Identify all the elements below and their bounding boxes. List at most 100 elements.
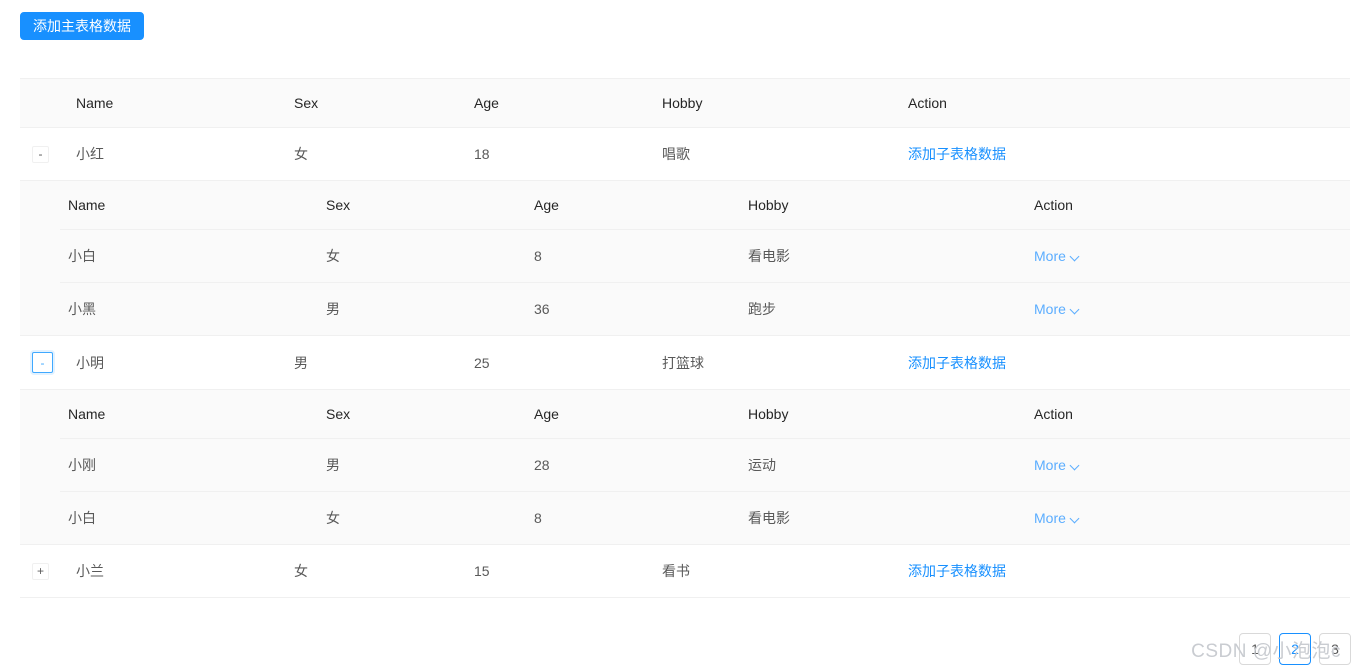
cell-sex: 女: [286, 128, 466, 181]
cell-hobby: 运动: [740, 439, 1026, 492]
expand-toggle-icon[interactable]: +: [32, 563, 49, 580]
cell-sex: 男: [318, 283, 526, 336]
sub-header-age: Age: [526, 390, 740, 439]
sub-table-head: Name Sex Age Hobby Action: [60, 181, 1350, 230]
sub-header-name: Name: [60, 181, 318, 230]
sub-table-header-row: Name Sex Age Hobby Action: [60, 390, 1350, 439]
chevron-down-icon: [1071, 305, 1080, 314]
main-header-expand-spacer: [20, 79, 68, 128]
sub-header-age: Age: [526, 181, 740, 230]
row-expand-cell: -: [20, 336, 68, 390]
cell-age: 8: [526, 230, 740, 283]
cell-action: 添加子表格数据: [900, 336, 1350, 390]
more-label: More: [1034, 457, 1066, 473]
main-table-header-row: Name Sex Age Hobby Action: [20, 79, 1350, 128]
chevron-down-icon: [1071, 514, 1080, 523]
table-row: 小黑 男 36 跑步 More: [60, 283, 1350, 336]
cell-action: More: [1026, 283, 1350, 336]
table-row: - 小明 男 25 打篮球 添加子表格数据: [20, 336, 1350, 390]
table-row: 小白 女 8 看电影 More: [60, 230, 1350, 283]
row-expand-cell: +: [20, 545, 68, 598]
cell-name: 小白: [60, 230, 318, 283]
main-header-name: Name: [68, 79, 286, 128]
table-row: 小刚 男 28 运动 More: [60, 439, 1350, 492]
add-main-table-data-button[interactable]: 添加主表格数据: [20, 12, 144, 40]
expanded-detail-row: Name Sex Age Hobby Action 小刚: [20, 390, 1350, 545]
pagination-page-3[interactable]: 3: [1319, 633, 1351, 665]
add-sub-table-data-link[interactable]: 添加子表格数据: [908, 563, 1006, 579]
sub-header-action: Action: [1026, 390, 1350, 439]
pagination-page-1[interactable]: 1: [1239, 633, 1271, 665]
main-table: Name Sex Age Hobby Action - 小红 女 18 唱歌: [20, 79, 1350, 598]
add-sub-table-data-link[interactable]: 添加子表格数据: [908, 355, 1006, 371]
cell-name: 小明: [68, 336, 286, 390]
chevron-down-icon: [1071, 461, 1080, 470]
sub-header-sex: Sex: [318, 181, 526, 230]
nested-table-container: Name Sex Age Hobby Action 小刚: [20, 390, 1350, 544]
sub-header-name: Name: [60, 390, 318, 439]
cell-action: 添加子表格数据: [900, 128, 1350, 181]
cell-age: 15: [466, 545, 654, 598]
table-row: + 小兰 女 15 看书 添加子表格数据: [20, 545, 1350, 598]
more-label: More: [1034, 301, 1066, 317]
expanded-detail-row: Name Sex Age Hobby Action 小白: [20, 181, 1350, 336]
main-table-container: Name Sex Age Hobby Action - 小红 女 18 唱歌: [20, 78, 1350, 598]
main-header-hobby: Hobby: [654, 79, 900, 128]
cell-name: 小黑: [60, 283, 318, 336]
cell-action: More: [1026, 439, 1350, 492]
table-row: - 小红 女 18 唱歌 添加子表格数据: [20, 128, 1350, 181]
cell-hobby: 看电影: [740, 230, 1026, 283]
more-label: More: [1034, 248, 1066, 264]
cell-age: 28: [526, 439, 740, 492]
row-expand-cell: -: [20, 128, 68, 181]
cell-sex: 男: [286, 336, 466, 390]
main-header-sex: Sex: [286, 79, 466, 128]
expand-toggle-icon[interactable]: -: [32, 146, 49, 163]
sub-header-hobby: Hobby: [740, 181, 1026, 230]
cell-name: 小白: [60, 492, 318, 545]
cell-hobby: 打篮球: [654, 336, 900, 390]
chevron-down-icon: [1071, 252, 1080, 261]
cell-sex: 女: [318, 230, 526, 283]
cell-age: 25: [466, 336, 654, 390]
pagination: 1 2 3: [1239, 633, 1351, 665]
cell-sex: 女: [286, 545, 466, 598]
more-dropdown-link[interactable]: More: [1034, 301, 1080, 317]
cell-name: 小兰: [68, 545, 286, 598]
sub-header-sex: Sex: [318, 390, 526, 439]
main-table-head: Name Sex Age Hobby Action: [20, 79, 1350, 128]
sub-header-hobby: Hobby: [740, 390, 1026, 439]
main-header-action: Action: [900, 79, 1350, 128]
sub-header-action: Action: [1026, 181, 1350, 230]
cell-hobby: 唱歌: [654, 128, 900, 181]
more-dropdown-link[interactable]: More: [1034, 457, 1080, 473]
more-dropdown-link[interactable]: More: [1034, 510, 1080, 526]
cell-age: 36: [526, 283, 740, 336]
pagination-page-2[interactable]: 2: [1279, 633, 1311, 665]
main-table-body: - 小红 女 18 唱歌 添加子表格数据: [20, 128, 1350, 598]
expand-toggle-icon[interactable]: -: [32, 352, 53, 373]
sub-table: Name Sex Age Hobby Action 小白: [60, 181, 1350, 335]
sub-table-body: 小白 女 8 看电影 More: [60, 230, 1350, 336]
cell-hobby: 看电影: [740, 492, 1026, 545]
sub-table: Name Sex Age Hobby Action 小刚: [60, 390, 1350, 544]
cell-hobby: 看书: [654, 545, 900, 598]
more-dropdown-link[interactable]: More: [1034, 248, 1080, 264]
cell-age: 18: [466, 128, 654, 181]
cell-action: More: [1026, 230, 1350, 283]
expanded-detail-cell: Name Sex Age Hobby Action 小白: [20, 181, 1350, 336]
more-label: More: [1034, 510, 1066, 526]
page-root: 添加主表格数据 Name Sex Age Hobby Action: [0, 0, 1359, 671]
cell-action: More: [1026, 492, 1350, 545]
cell-hobby: 跑步: [740, 283, 1026, 336]
add-sub-table-data-link[interactable]: 添加子表格数据: [908, 146, 1006, 162]
cell-sex: 男: [318, 439, 526, 492]
cell-sex: 女: [318, 492, 526, 545]
toolbar: 添加主表格数据: [20, 12, 144, 40]
cell-age: 8: [526, 492, 740, 545]
nested-table-container: Name Sex Age Hobby Action 小白: [20, 181, 1350, 335]
sub-table-body: 小刚 男 28 运动 More: [60, 439, 1350, 545]
sub-table-head: Name Sex Age Hobby Action: [60, 390, 1350, 439]
cell-action: 添加子表格数据: [900, 545, 1350, 598]
expanded-detail-cell: Name Sex Age Hobby Action 小刚: [20, 390, 1350, 545]
